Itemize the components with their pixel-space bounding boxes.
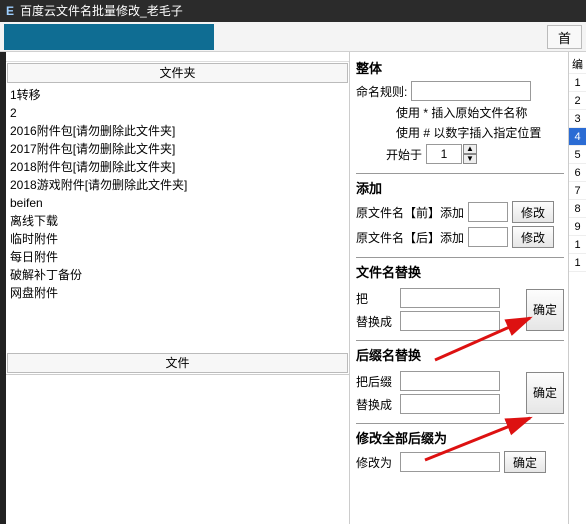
replace-ok-button[interactable]: 确定 bbox=[526, 289, 564, 331]
spinner-down-icon[interactable]: ▼ bbox=[463, 154, 477, 164]
ext-to-input[interactable] bbox=[400, 394, 500, 414]
folder-list[interactable]: 1转移22016附件包[请勿删除此文件夹]2017附件包[请勿删除此文件夹]20… bbox=[6, 84, 349, 352]
rule-input[interactable] bbox=[411, 81, 531, 101]
replace-to-input[interactable] bbox=[400, 311, 500, 331]
edge-cell[interactable]: 1 bbox=[569, 74, 586, 92]
group-replace: 文件名替换 把 替换成 确定 bbox=[356, 258, 564, 341]
titlebar-e: E bbox=[6, 0, 14, 22]
titlebar-text: 百度云文件名批量修改_老毛子 bbox=[20, 0, 183, 22]
edge-cell[interactable]: 2 bbox=[569, 92, 586, 110]
folder-header[interactable]: 文件夹 bbox=[7, 63, 348, 83]
folder-item[interactable]: 2018游戏附件[请勿删除此文件夹] bbox=[10, 176, 345, 194]
replace-from-input[interactable] bbox=[400, 288, 500, 308]
ext-ok-button[interactable]: 确定 bbox=[526, 372, 564, 414]
left-black-border bbox=[0, 52, 6, 524]
after-label: 原文件名【后】添加 bbox=[356, 229, 464, 246]
folder-item[interactable]: 每日附件 bbox=[10, 248, 345, 266]
group-ext-title: 后缀名替换 bbox=[356, 345, 564, 364]
group-add-title: 添加 bbox=[356, 178, 564, 197]
rule-label: 命名规则: bbox=[356, 83, 407, 100]
group-whole: 整体 命名规则: 使用 * 插入原始文件名称 使用 # 以数字插入指定位置 开始… bbox=[356, 54, 564, 174]
folder-item[interactable]: beifen bbox=[10, 194, 345, 212]
after-input[interactable] bbox=[468, 227, 508, 247]
toolbar-right-button[interactable]: 首 bbox=[547, 25, 582, 49]
group-ext-all: 修改全部后缀为 修改为 确定 bbox=[356, 424, 564, 482]
folder-item[interactable]: 破解补丁备份 bbox=[10, 266, 345, 284]
right-main: 整体 命名规则: 使用 * 插入原始文件名称 使用 # 以数字插入指定位置 开始… bbox=[350, 52, 568, 524]
group-ext-all-title: 修改全部后缀为 bbox=[356, 428, 564, 447]
start-value[interactable] bbox=[426, 144, 462, 164]
ext-from-input[interactable] bbox=[400, 371, 500, 391]
left-top-patch bbox=[6, 52, 349, 62]
toolbar-patch bbox=[4, 24, 214, 50]
replace-to-label: 替换成 bbox=[356, 313, 396, 330]
group-whole-title: 整体 bbox=[356, 58, 564, 77]
ext-all-label: 修改为 bbox=[356, 454, 396, 471]
start-spinner[interactable]: ▲ ▼ bbox=[426, 144, 477, 164]
content: 文件夹 1转移22016附件包[请勿删除此文件夹]2017附件包[请勿删除此文件… bbox=[0, 52, 586, 524]
edge-cell[interactable]: 5 bbox=[569, 146, 586, 164]
folder-item[interactable]: 临时附件 bbox=[10, 230, 345, 248]
edge-cell[interactable]: 4 bbox=[569, 128, 586, 146]
ext-to-label: 替换成 bbox=[356, 396, 396, 413]
edge-cell[interactable]: 1 bbox=[569, 236, 586, 254]
right-edge-strip: 编12345678911 bbox=[568, 52, 586, 524]
spinner-up-icon[interactable]: ▲ bbox=[463, 144, 477, 154]
folder-item[interactable]: 2017附件包[请勿删除此文件夹] bbox=[10, 140, 345, 158]
edge-cell[interactable]: 3 bbox=[569, 110, 586, 128]
edge-cell[interactable]: 1 bbox=[569, 254, 586, 272]
group-add: 添加 原文件名【前】添加 修改 原文件名【后】添加 修改 bbox=[356, 174, 564, 258]
hint-star: 使用 * 插入原始文件名称 bbox=[396, 104, 564, 121]
folder-item[interactable]: 1转移 bbox=[10, 86, 345, 104]
file-list[interactable] bbox=[6, 374, 349, 524]
ext-all-input[interactable] bbox=[400, 452, 500, 472]
group-ext-replace: 后缀名替换 把后缀 替换成 确定 bbox=[356, 341, 564, 424]
edge-cell[interactable]: 8 bbox=[569, 200, 586, 218]
folder-item[interactable]: 2018附件包[请勿删除此文件夹] bbox=[10, 158, 345, 176]
ext-from-label: 把后缀 bbox=[356, 373, 396, 390]
start-label: 开始于 bbox=[386, 146, 422, 163]
ext-all-ok-button[interactable]: 确定 bbox=[504, 451, 546, 473]
edge-cell[interactable]: 6 bbox=[569, 164, 586, 182]
group-replace-title: 文件名替换 bbox=[356, 262, 564, 281]
edge-cell[interactable]: 编 bbox=[569, 56, 586, 74]
replace-from-label: 把 bbox=[356, 290, 396, 307]
before-modify-button[interactable]: 修改 bbox=[512, 201, 554, 223]
before-label: 原文件名【前】添加 bbox=[356, 204, 464, 221]
folder-item[interactable]: 离线下载 bbox=[10, 212, 345, 230]
folder-item[interactable]: 2 bbox=[10, 104, 345, 122]
toolbar: 首 bbox=[0, 22, 586, 52]
hint-hash: 使用 # 以数字插入指定位置 bbox=[396, 124, 564, 141]
folder-item[interactable]: 2016附件包[请勿删除此文件夹] bbox=[10, 122, 345, 140]
edge-cell[interactable]: 7 bbox=[569, 182, 586, 200]
folder-item[interactable]: 网盘附件 bbox=[10, 284, 345, 302]
edge-cell[interactable]: 9 bbox=[569, 218, 586, 236]
right-pane: 整体 命名规则: 使用 * 插入原始文件名称 使用 # 以数字插入指定位置 开始… bbox=[350, 52, 586, 524]
before-input[interactable] bbox=[468, 202, 508, 222]
titlebar: E 百度云文件名批量修改_老毛子 bbox=[0, 0, 586, 22]
left-pane: 文件夹 1转移22016附件包[请勿删除此文件夹]2017附件包[请勿删除此文件… bbox=[0, 52, 350, 524]
after-modify-button[interactable]: 修改 bbox=[512, 226, 554, 248]
file-header[interactable]: 文件 bbox=[7, 353, 348, 373]
